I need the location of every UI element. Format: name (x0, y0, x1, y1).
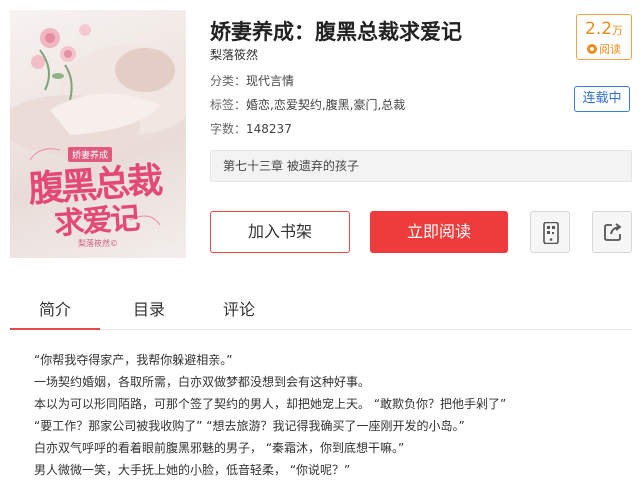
tab-catalog[interactable]: 目录 (114, 292, 184, 330)
words-label: 字数： (210, 122, 247, 136)
mobile-read-button[interactable] (530, 211, 570, 253)
cover-author-mark: 梨落筱然© (78, 239, 118, 248)
book-cover[interactable]: 娇妻养成 腹黑总裁 求爱记 梨落筱然© (10, 10, 186, 258)
tags-value: 婚恋,恋爱契约,腹黑,豪门,总裁 (246, 98, 406, 112)
book-title: 娇妻养成：腹黑总裁求爱记 (210, 20, 462, 44)
book-author[interactable]: 梨落筱然 (210, 46, 258, 63)
intro-line: “你帮我夺得家产，我帮你躲避相亲。” (34, 353, 233, 367)
mobile-qr-icon (543, 222, 559, 244)
reads-label: 阅读 (599, 43, 621, 56)
latest-chapter-link[interactable]: 第七十三章 被遗弃的孩子 (210, 150, 632, 182)
category-label: 分类： (210, 74, 247, 88)
intro-line: 一场契约婚姻，各取所需，白亦双做梦都没想到会有这种好事。 (34, 375, 371, 389)
reads-badge: 2.2万 阅读 (576, 14, 632, 60)
tags-row: 标签：婚恋,恋爱契约,腹黑,豪门,总裁 (210, 96, 405, 113)
share-icon (604, 223, 622, 241)
share-button[interactable] (592, 211, 632, 253)
tab-comments[interactable]: 评论 (204, 292, 274, 330)
category-value[interactable]: 现代言情 (246, 74, 294, 88)
read-now-button[interactable]: 立即阅读 (370, 211, 508, 253)
words-row: 字数：148237 (210, 120, 292, 137)
intro-line: 白亦双气呼呼的看着眼前腹黑邪魅的男子， “秦霜沐，你到底想干嘛。” (34, 441, 405, 455)
add-to-shelf-button[interactable]: 加入书架 (210, 211, 350, 253)
intro-line: “要工作？那家公司被我收购了” “想去旅游？我记得我确买了一座刚开发的小岛。” (34, 419, 465, 433)
intro-text: “你帮我夺得家产，我帮你躲避相亲。” 一场契约婚姻，各取所需，白亦双做梦都没想到… (34, 349, 634, 481)
reads-unit: 万 (612, 24, 624, 37)
intro-line: 男人微微一笑，大手抚上她的小脸，低音轻柔， “你说呢？” (34, 463, 351, 477)
status-badge: 连载中 (574, 86, 630, 112)
reads-number: 2.2 (584, 19, 613, 39)
category-row: 分类：现代言情 (210, 72, 294, 89)
detail-tabs: 简介 目录 评论 (10, 292, 632, 330)
tab-intro[interactable]: 简介 (10, 292, 100, 330)
tags-label: 标签： (210, 98, 247, 112)
eye-icon (587, 44, 597, 54)
cover-title-line2: 求爱记 (53, 201, 140, 242)
intro-line: 本以为可以形同陌路，可那个签了契约的男人，却把她宠上天。 “敢欺负你？把他手剁了… (34, 397, 507, 411)
words-value: 148237 (246, 122, 292, 136)
